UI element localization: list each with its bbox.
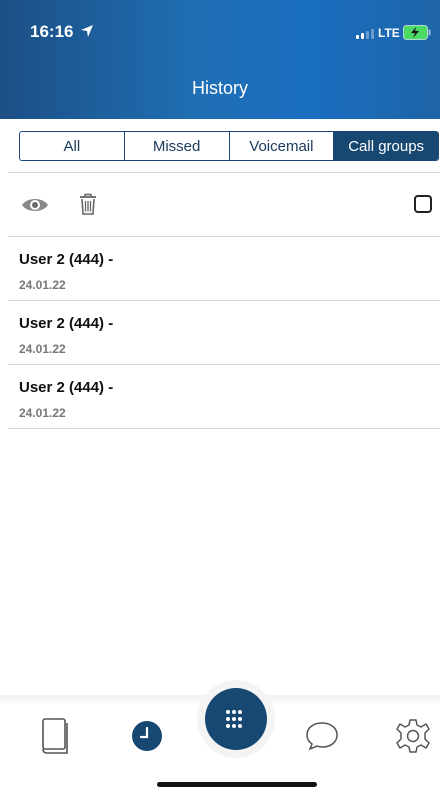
status-time: 16:16 — [30, 22, 74, 41]
call-date: 24.01.22 — [19, 342, 66, 356]
caller-name: User 2 (444) - — [19, 379, 114, 396]
list-item[interactable]: User 2 (444) - 24.01.22 — [8, 365, 440, 429]
chat-bubble-icon[interactable] — [305, 721, 339, 751]
select-all-checkbox[interactable] — [414, 195, 432, 213]
list-item[interactable]: User 2 (444) - 24.01.22 — [8, 301, 440, 365]
app-header: 16:16 LTE History — [0, 0, 440, 119]
caller-name: User 2 (444) - — [19, 315, 114, 332]
divider — [8, 172, 440, 173]
eye-icon[interactable] — [21, 196, 49, 214]
settings-gear-icon[interactable] — [395, 718, 431, 754]
tab-all[interactable]: All — [20, 132, 125, 160]
page-title: History — [191, 78, 248, 98]
location-arrow-icon — [81, 25, 93, 37]
tab-call-groups[interactable]: Call groups — [334, 132, 438, 160]
dialpad-icon — [226, 710, 242, 728]
history-list: User 2 (444) - 24.01.22 User 2 (444) - 2… — [0, 237, 440, 429]
signal-strength-icon — [356, 29, 374, 39]
tab-voicemail[interactable]: Voicemail — [229, 132, 335, 160]
history-clock-icon[interactable] — [131, 720, 163, 752]
home-indicator — [157, 782, 317, 787]
history-filter-tabs: All Missed Voicemail Call groups — [19, 131, 439, 161]
call-date: 24.01.22 — [19, 278, 66, 292]
contacts-book-icon[interactable] — [40, 718, 70, 754]
list-item[interactable]: User 2 (444) - 24.01.22 — [8, 237, 440, 301]
tab-missed[interactable]: Missed — [124, 132, 230, 160]
dialpad-button[interactable] — [205, 688, 267, 750]
status-bar: 16:16 LTE — [0, 0, 440, 60]
battery-charging-icon — [403, 25, 431, 40]
call-date: 24.01.22 — [19, 406, 66, 420]
trash-icon[interactable] — [79, 193, 97, 215]
caller-name: User 2 (444) - — [19, 251, 114, 268]
network-type: LTE — [378, 26, 400, 40]
